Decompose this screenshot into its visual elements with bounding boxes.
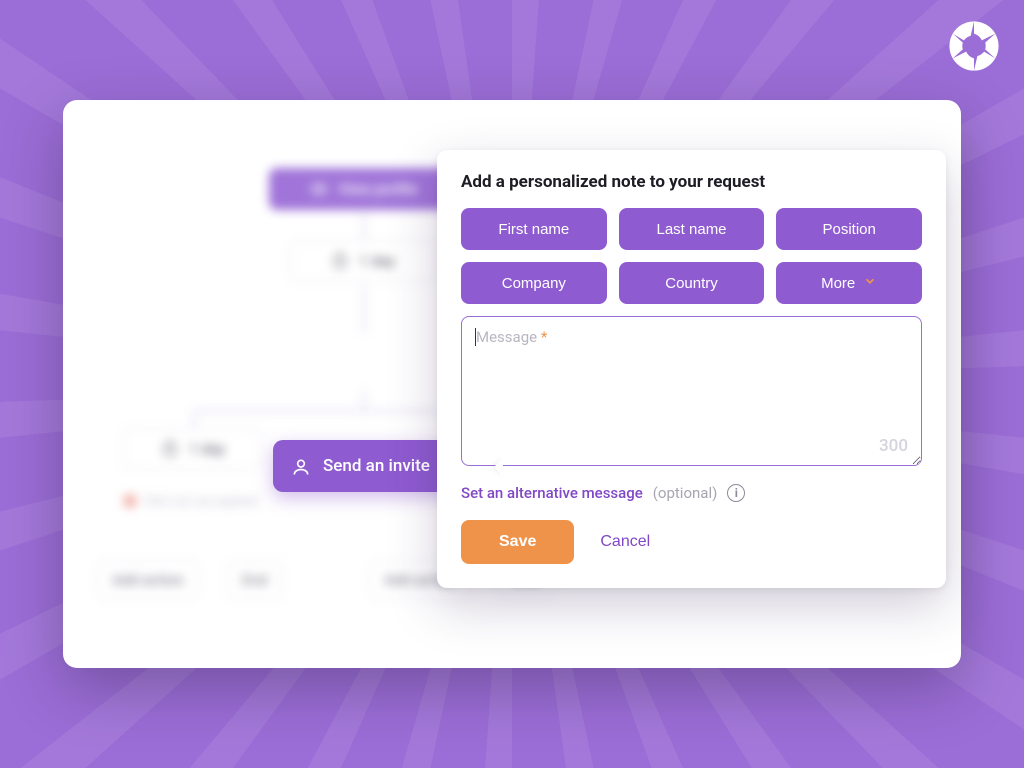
info-icon[interactable]: i [727, 484, 745, 502]
node-label: Send an invite [323, 456, 430, 476]
eye-icon [310, 180, 328, 198]
save-button[interactable]: Save [461, 520, 574, 564]
status-not-accepted: Did not accepted [123, 492, 258, 510]
chevron-down-icon [863, 274, 877, 292]
chip-last-name[interactable]: Last name [619, 208, 765, 250]
node-delay: 1 day [123, 428, 263, 470]
panel-pointer [485, 458, 503, 476]
node-delay: 1 day [289, 240, 437, 282]
cancel-button[interactable]: Cancel [600, 533, 650, 551]
node-label: View profile [338, 180, 417, 198]
node-view-profile: View profile [269, 168, 459, 210]
chip-company[interactable]: Company [461, 262, 607, 304]
optional-label: (optional) [653, 484, 718, 502]
alt-message-link[interactable]: Set an alternative message [461, 484, 643, 502]
person-icon [291, 457, 309, 475]
chip-first-name[interactable]: First name [461, 208, 607, 250]
text-caret [475, 328, 476, 346]
stopwatch-icon [331, 252, 349, 270]
panel-title: Add a personalized note to your request [461, 172, 922, 192]
message-textarea[interactable] [461, 316, 922, 466]
chip-country[interactable]: Country [619, 262, 765, 304]
status-label: Did not accepted [145, 492, 258, 510]
chip-position[interactable]: Position [776, 208, 922, 250]
chip-more[interactable]: More [776, 262, 922, 304]
add-action-button: Add action [97, 560, 199, 600]
aperture-logo [946, 18, 1002, 74]
node-label: 1 day [359, 252, 395, 270]
node-label: 1 day [189, 440, 225, 458]
stopwatch-icon [161, 440, 179, 458]
end-button: End [227, 560, 282, 600]
personalized-note-panel: Add a personalized note to your request … [437, 150, 946, 588]
